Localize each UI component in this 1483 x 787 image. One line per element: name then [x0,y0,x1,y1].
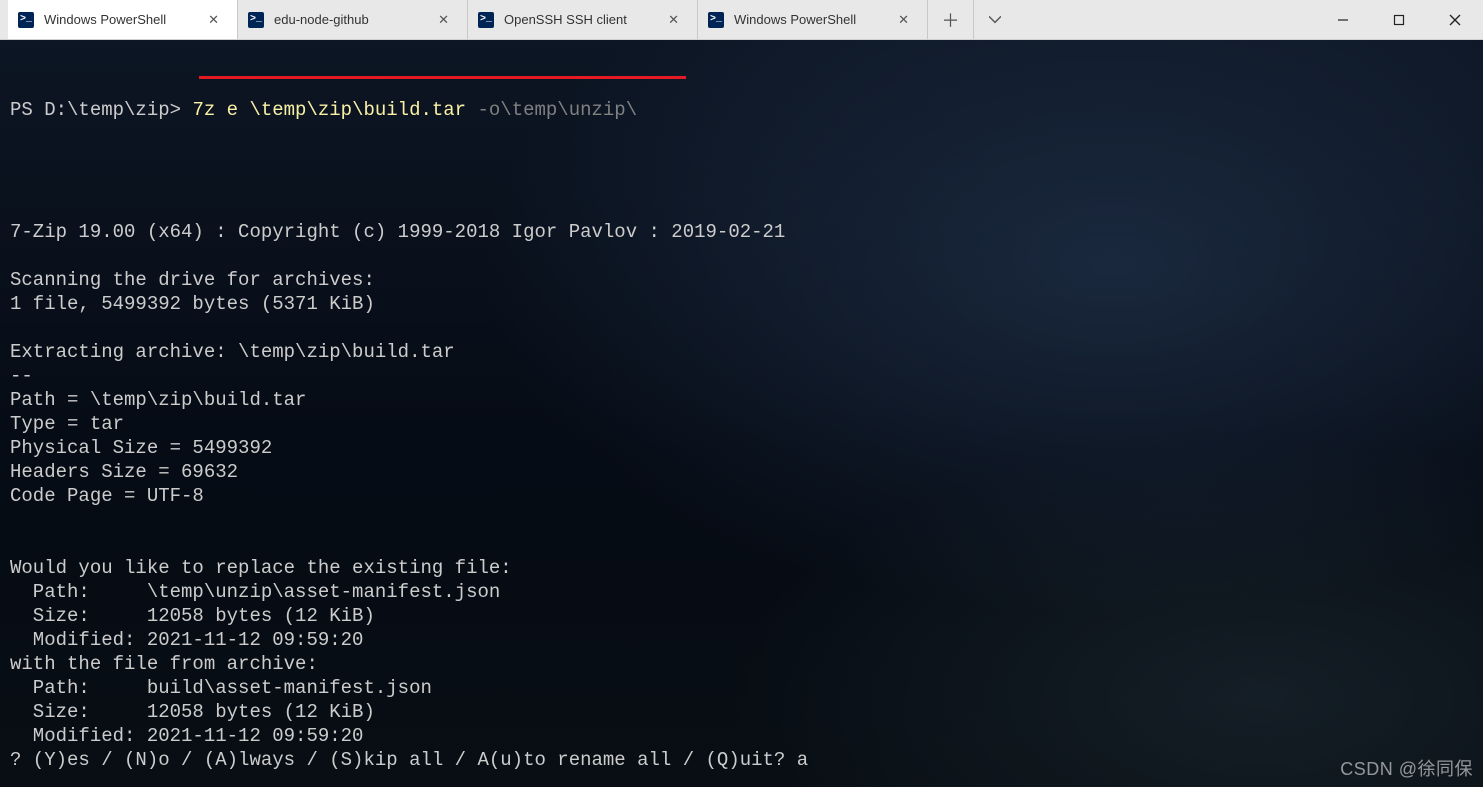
close-button[interactable] [1427,0,1483,39]
watermark-text: CSDN @徐同保 [1340,757,1473,781]
tab-edu-node-github[interactable]: >_ edu-node-github ✕ [238,0,468,39]
command-text: 7z e \temp\zip\build.tar [192,98,477,122]
powershell-icon: >_ [478,12,494,28]
tab-powershell-1[interactable]: >_ Windows PowerShell ✕ [8,0,238,39]
close-icon[interactable]: ✕ [666,12,681,28]
tab-label: Windows PowerShell [734,12,886,27]
close-icon [1449,14,1461,26]
prompt-text: PS D:\temp\zip> [10,98,192,122]
tab-label: Windows PowerShell [44,12,196,27]
titlebar-drag-area[interactable] [1016,0,1315,39]
red-underline-annotation [199,76,686,79]
tab-label: edu-node-github [274,12,426,27]
powershell-icon: >_ [248,12,264,28]
new-tab-button[interactable]: ＋ [928,0,974,39]
minimize-icon [1337,14,1349,26]
powershell-icon: >_ [708,12,724,28]
prompt-line: PS D:\temp\zip> 7z e \temp\zip\build.tar… [10,98,1473,122]
close-icon[interactable]: ✕ [436,12,451,28]
terminal-output: 7-Zip 19.00 (x64) : Copyright (c) 1999-2… [10,196,1473,787]
close-icon[interactable]: ✕ [896,12,911,28]
tab-dropdown-button[interactable] [974,0,1016,39]
tab-strip: >_ Windows PowerShell ✕ >_ edu-node-gith… [0,0,1016,39]
maximize-button[interactable] [1371,0,1427,39]
command-option-text: -o\temp\unzip\ [477,98,637,122]
minimize-button[interactable] [1315,0,1371,39]
chevron-down-icon [989,16,1001,24]
powershell-icon: >_ [18,12,34,28]
window-controls [1315,0,1483,39]
tab-powershell-2[interactable]: >_ Windows PowerShell ✕ [698,0,928,39]
maximize-icon [1393,14,1405,26]
titlebar: >_ Windows PowerShell ✕ >_ edu-node-gith… [0,0,1483,40]
terminal-pane[interactable]: PS D:\temp\zip> 7z e \temp\zip\build.tar… [0,40,1483,787]
tab-openssh[interactable]: >_ OpenSSH SSH client ✕ [468,0,698,39]
tab-label: OpenSSH SSH client [504,12,656,27]
close-icon[interactable]: ✕ [206,12,221,28]
